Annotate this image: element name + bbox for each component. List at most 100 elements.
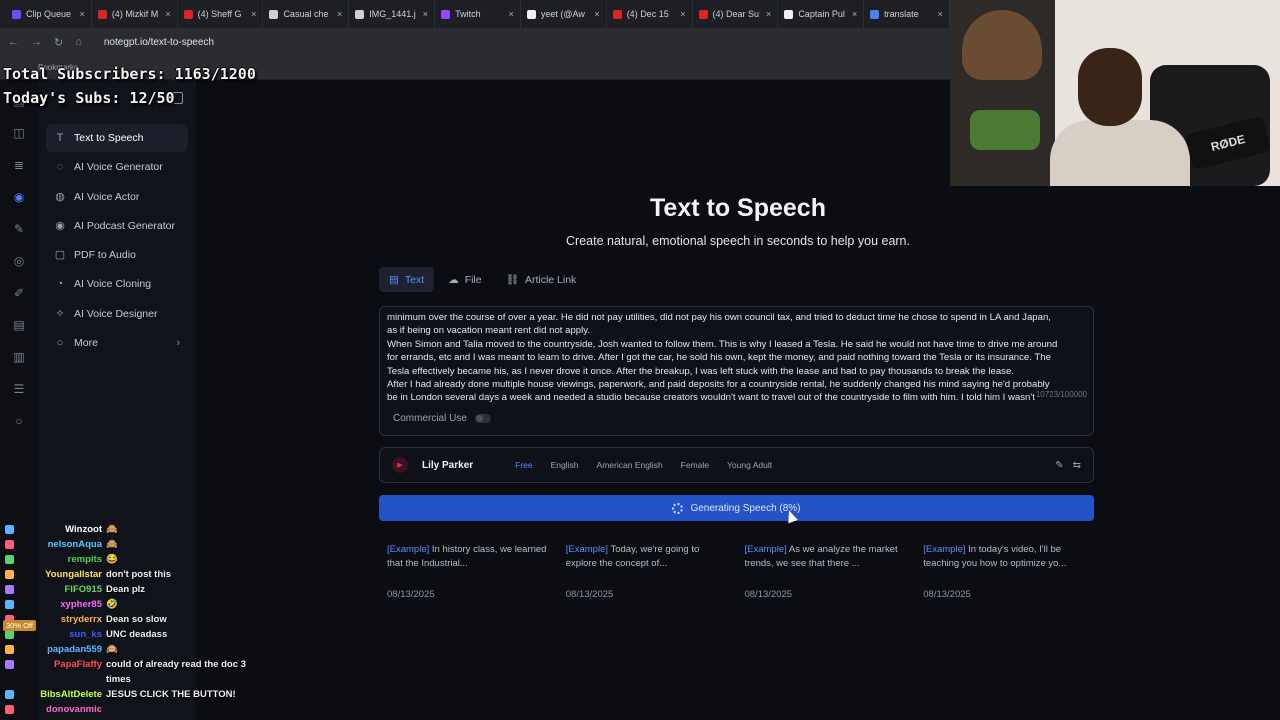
example-card[interactable]: [Example] In history class, we learned t… [387, 543, 566, 600]
tab-close-icon[interactable]: × [247, 9, 256, 19]
edit-voice-icon[interactable]: ✎ [1055, 460, 1063, 471]
tab-close-icon[interactable]: × [505, 9, 514, 19]
text-line: When Simon and Talia moved to the countr… [387, 338, 1058, 350]
chat-text: 🙈 [106, 524, 118, 535]
pen-icon[interactable]: ✐ [11, 284, 27, 302]
tab-favicon-icon [784, 9, 794, 19]
forward-icon[interactable]: → [31, 36, 42, 48]
page-title: Text to Speech [650, 194, 826, 222]
home-icon[interactable]: ⌂ [75, 36, 82, 48]
browser-tab[interactable]: Clip Queue × [6, 0, 92, 28]
chat-message: donovanmic [0, 702, 300, 717]
chat-badge-icon [5, 645, 14, 654]
example-card[interactable]: [Example] As we analyze the market trend… [745, 543, 924, 600]
more-icon: ○ [56, 337, 64, 350]
commercial-use-toggle[interactable] [474, 414, 491, 423]
generate-speech-button[interactable]: Generating Speech (8%) [379, 495, 1094, 521]
browser-tab[interactable]: yeet (@Aw × [521, 0, 607, 28]
chat-text: Dean plz [106, 584, 146, 595]
tab-close-icon[interactable]: × [419, 9, 428, 19]
tab-close-icon[interactable]: × [934, 9, 943, 19]
voice-tag-age: Young Adult [727, 460, 773, 470]
tab-article-link[interactable]: ⛓ Article Link [496, 267, 587, 292]
browser-tab[interactable]: translate × [864, 0, 950, 28]
chat-badge-icon [5, 660, 14, 669]
webcam-person-head [1078, 48, 1142, 126]
ladder-icon[interactable]: ☰ [11, 380, 27, 398]
sidebar-item-ai-voice-designer[interactable]: ✧ AI Voice Designer [46, 300, 188, 328]
sidebar-item-ai-voice-actor[interactable]: ◍ AI Voice Actor [46, 183, 188, 211]
browser-tab[interactable]: (4) Sheff G × [178, 0, 264, 28]
example-tag: [Example] [744, 544, 787, 555]
browser-tab[interactable]: (4) Dear Su × [693, 0, 779, 28]
tab-close-icon[interactable]: × [76, 9, 85, 19]
example-card[interactable]: [Example] In today's video, I'll be teac… [923, 543, 1102, 600]
chat-message: Youngallstar don't post this [0, 567, 300, 582]
sidebar-item-pdf-to-audio[interactable]: ▢ PDF to Audio [46, 241, 188, 269]
total-subscribers-overlay: Total Subscribers: 1163/1200 [3, 65, 256, 83]
tab-close-icon[interactable]: × [333, 9, 342, 19]
reload-icon[interactable]: ↻ [54, 36, 63, 49]
tab-label: IMG_1441.j [369, 9, 416, 19]
tab-label: Twitch [455, 9, 481, 19]
swap-voice-icon[interactable]: ⇆ [1073, 460, 1081, 471]
chat-badge-icon [5, 600, 14, 609]
sidebar-item-label: PDF to Audio [74, 249, 136, 262]
tab-file[interactable]: ☁ File [438, 267, 491, 292]
tab-close-icon[interactable]: × [161, 9, 170, 19]
example-text: [Example] Today, we're going to explore … [566, 543, 729, 570]
browser-tab[interactable]: Casual che × [263, 0, 350, 28]
text-input-area[interactable]: minimum over the course of over a year. … [379, 306, 1094, 436]
chat-badge-icon [5, 585, 14, 594]
tab-close-icon[interactable]: × [590, 9, 599, 19]
sidebar-item-ai-voice-generator[interactable]: ◌ AI Voice Generator [46, 153, 188, 181]
sidebar-item-label: AI Voice Designer [74, 307, 158, 320]
chat-username: donovanmic [46, 704, 102, 715]
voice-preview-play-icon[interactable]: ▶ [392, 457, 408, 473]
text-box-icon: T [56, 132, 64, 144]
chat-badges [0, 642, 14, 654]
sidebar-item-ai-voice-cloning[interactable]: ◔ AI Voice Cloning [46, 270, 188, 298]
url-field[interactable]: notegpt.io/text-to-speech [104, 37, 214, 48]
sidebar-item-text-to-speech[interactable]: T Text to Speech [46, 124, 188, 152]
chat-message: nelsonAqua 🙈 [0, 537, 300, 552]
ai-icon[interactable]: ◎ [11, 252, 27, 270]
browser-tab[interactable]: (4) Dec 15 × [607, 0, 693, 28]
chat-icon[interactable]: ◫ [11, 124, 27, 142]
tab-favicon-icon [183, 9, 193, 19]
audio-tool-icon[interactable]: ◉ [11, 188, 27, 206]
browser-tab[interactable]: IMG_1441.j × [349, 0, 436, 28]
chat-text: 🙈 [106, 539, 118, 550]
chat-badges [0, 537, 14, 549]
chat-message: xypher85 🤣 [0, 597, 300, 612]
sidebar-item-ai-podcast-generator[interactable]: ◉ AI Podcast Generator [46, 212, 188, 240]
tab-text[interactable]: ▤ Text [379, 267, 435, 292]
doc-icon[interactable]: ≣ [11, 156, 27, 174]
back-icon[interactable]: ← [8, 36, 19, 48]
browser-tab[interactable]: Captain Pul × [778, 0, 865, 28]
text-input-content[interactable]: minimum over the course of over a year. … [387, 311, 1083, 403]
chat-badges [0, 522, 14, 534]
example-card[interactable]: [Example] Today, we're going to explore … [566, 543, 745, 600]
tab-close-icon[interactable]: × [676, 9, 685, 19]
voice-name: Lily Parker [422, 459, 474, 471]
tab-close-icon[interactable]: × [848, 9, 857, 19]
presentation-icon[interactable]: ▥ [11, 348, 27, 366]
voice-selector[interactable]: ▶ Lily Parker Free English American Engl… [379, 447, 1094, 483]
edit-icon[interactable]: ✎ [11, 220, 27, 238]
circle-icon[interactable]: ○ [11, 412, 27, 430]
chat-username: nelsonAqua [47, 539, 102, 550]
sidebar-item-label: AI Voice Actor [74, 190, 140, 203]
browser-tab[interactable]: Twitch × [435, 0, 521, 28]
tab-close-icon[interactable]: × [762, 9, 771, 19]
chat-text: JESUS CLICK THE BUTTON! [106, 689, 236, 700]
sidebar-item-more[interactable]: ○ More › [46, 329, 188, 357]
chat-message: rempits 😂 [0, 552, 300, 567]
chat-text: don't post this [106, 569, 172, 580]
example-tag: [Example] [923, 544, 966, 555]
text-line: as if being on vacation meant rent did n… [387, 325, 591, 337]
chat-badge-icon [5, 555, 14, 564]
media-icon[interactable]: ▤ [11, 316, 27, 334]
chat-message: FIFO915 Dean plz [0, 582, 300, 597]
browser-tab[interactable]: (4) Mizkif M × [92, 0, 178, 28]
